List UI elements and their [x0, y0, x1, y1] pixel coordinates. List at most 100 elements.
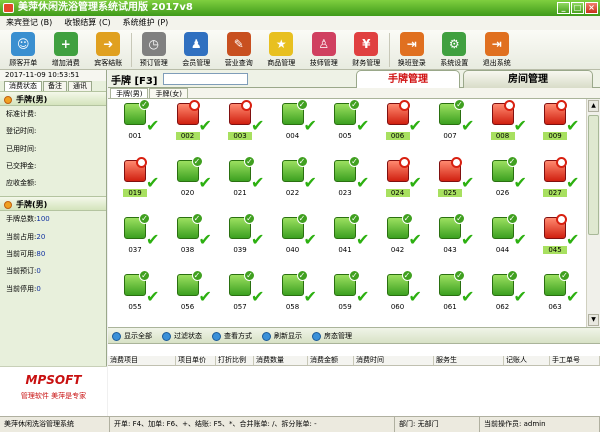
room-tile[interactable]: ✔ 025 — [425, 157, 477, 216]
room-tile[interactable]: ✔ ✓ 063 — [530, 270, 582, 327]
vertical-scrollbar[interactable]: ▲ ▼ — [586, 99, 600, 327]
room-tile[interactable]: ✔ ✓ 001 — [110, 99, 162, 159]
action-label: 显示全部 — [124, 332, 152, 340]
toolbar-button-1[interactable]: + 增加消费 — [45, 30, 88, 70]
check-mark-icon: ✔ — [513, 173, 527, 192]
menu-bar: 来宾登记 (B) 收银结算 (C) 系统维护 (P) — [0, 16, 600, 30]
action-button-4[interactable]: 房态管理 — [312, 328, 352, 343]
room-tile[interactable]: ✔ 019 — [110, 157, 162, 216]
scroll-thumb[interactable] — [588, 115, 599, 235]
action-button-1[interactable]: 过滤状态 — [162, 328, 202, 343]
room-tile[interactable]: ✔ ✓ 042 — [373, 213, 425, 273]
info-row: 应收金额: — [0, 175, 106, 192]
toolbar-button-5[interactable]: ✎ 营业查询 — [218, 30, 261, 70]
room-tile[interactable]: ✔ ✓ 007 — [425, 99, 477, 159]
room-tile[interactable]: ✔ ✓ 005 — [320, 99, 372, 159]
section-title: 手牌(男) — [16, 95, 48, 104]
room-tile[interactable]: ✔ ✓ 058 — [268, 270, 320, 327]
room-number: 060 — [390, 303, 405, 311]
tab-room-management[interactable]: 房间管理 — [463, 70, 593, 88]
info-row: 已交押金: — [0, 158, 106, 175]
search-input[interactable] — [163, 73, 248, 85]
room-tile[interactable]: ✔ ✓ 043 — [425, 213, 477, 273]
column-header[interactable]: 消费数量 — [254, 356, 308, 365]
room-tile[interactable]: ✔ ✓ 059 — [320, 270, 372, 327]
subtab-female[interactable]: 手牌(女) — [149, 88, 188, 98]
close-button[interactable]: × — [585, 2, 598, 14]
room-tile[interactable]: ✔ 024 — [373, 157, 425, 216]
room-tile[interactable]: ✔ ✓ 020 — [163, 156, 215, 216]
room-tile[interactable]: ✔ ✓ 062 — [478, 270, 530, 327]
menu-checkout[interactable]: 收银结算 (C) — [64, 16, 110, 30]
room-tile[interactable]: ✔ ✓ 021 — [215, 156, 267, 216]
brand-area: MPSOFT 管理软件 美萍是专家 — [0, 366, 107, 416]
column-header[interactable]: 记账人 — [504, 356, 550, 365]
action-button-2[interactable]: 查看方式 — [212, 328, 252, 343]
action-button-3[interactable]: 刷新显示 — [262, 328, 302, 343]
room-tile[interactable]: ✔ ✓ 061 — [425, 270, 477, 327]
room-tile[interactable]: ✔ 003 — [215, 100, 267, 159]
room-tile[interactable]: ✔ ✓ 023 — [320, 156, 372, 216]
toolbar-button-8[interactable]: ¥ 财务管理 — [345, 30, 388, 70]
toolbar-button-7[interactable]: ♙ 技师管理 — [303, 30, 346, 70]
toolbar-button-10[interactable]: ⚙ 系统设置 — [433, 30, 476, 70]
room-tile[interactable]: ✔ ✓ 040 — [268, 213, 320, 273]
room-tile[interactable]: ✔ ✓ 055 — [110, 270, 162, 327]
occupied-clock-icon — [188, 100, 200, 111]
action-button-0[interactable]: 显示全部 — [112, 328, 152, 343]
tab-wristband-management[interactable]: 手牌管理 — [356, 70, 460, 88]
toolbar-button-3[interactable]: ◷ 预订管理 — [133, 30, 176, 70]
menu-guest-register[interactable]: 来宾登记 (B) — [6, 16, 52, 30]
column-header[interactable]: 服务生 — [434, 356, 504, 365]
column-header[interactable]: 消费项目 — [108, 356, 176, 365]
check-mark-icon: ✔ — [461, 173, 475, 192]
room-tile[interactable]: ✔ ✓ 037 — [110, 213, 162, 273]
column-header[interactable]: 消费时间 — [354, 356, 434, 365]
room-tile[interactable]: ✔ ✓ 060 — [373, 270, 425, 327]
available-check-icon: ✓ — [401, 213, 413, 224]
tab-consumption-status[interactable]: 消费状态 — [4, 81, 42, 91]
check-mark-icon: ✔ — [251, 173, 265, 192]
column-header[interactable]: 打折比例 — [216, 356, 254, 365]
tab-notes[interactable]: 备注 — [43, 81, 67, 91]
room-tile[interactable]: ✔ ✓ 044 — [478, 213, 530, 273]
room-tile[interactable]: ✔ ✓ 056 — [163, 270, 215, 327]
toolbar-button-9[interactable]: ⇥ 换班登录 — [391, 30, 434, 70]
room-tile[interactable]: ✔ 002 — [163, 100, 215, 159]
room-tile[interactable]: ✔ 006 — [373, 100, 425, 159]
room-tile[interactable]: ✔ ✓ 038 — [163, 213, 215, 273]
room-tile[interactable]: ✔ 008 — [478, 100, 530, 159]
toolbar-button-2[interactable]: ➜ 宾客结账 — [87, 30, 130, 70]
room-tile[interactable]: ✔ ✓ 057 — [215, 270, 267, 327]
room-tile[interactable]: ✔ ✓ 039 — [215, 213, 267, 273]
menu-system-maintenance[interactable]: 系统维护 (P) — [123, 16, 169, 30]
column-header[interactable]: 项目单价 — [176, 356, 216, 365]
room-tile[interactable]: ✔ ✓ 004 — [268, 99, 320, 159]
available-check-icon: ✓ — [349, 270, 360, 281]
status-department: 部门: 无部门 — [395, 417, 480, 432]
maximize-button[interactable]: □ — [571, 2, 584, 14]
toolbar-button-0[interactable]: ☺ 顾客开单 — [2, 30, 45, 70]
subtab-male[interactable]: 手牌(男) — [110, 88, 149, 98]
toolbar-button-4[interactable]: ♟ 会员管理 — [175, 30, 218, 70]
minimize-button[interactable]: _ — [557, 2, 570, 14]
room-tile[interactable]: ✔ ✓ 022 — [268, 156, 320, 216]
scroll-down-arrow-icon[interactable]: ▼ — [588, 314, 599, 326]
check-mark-icon: ✔ — [513, 287, 527, 306]
room-tile[interactable]: ✔ 027 — [530, 157, 582, 216]
room-number: 061 — [443, 303, 457, 311]
toolbar-button-11[interactable]: ⇥ 退出系统 — [476, 30, 519, 70]
tab-contact[interactable]: 通讯 — [68, 81, 92, 91]
section-header-billing[interactable]: 手牌(男) — [0, 91, 106, 106]
room-tile[interactable]: ✔ ✓ 041 — [320, 213, 372, 273]
check-mark-icon: ✔ — [198, 230, 212, 249]
toolbar-button-6[interactable]: ★ 商品管理 — [260, 30, 303, 70]
room-tile[interactable]: ✔ 045 — [530, 214, 582, 273]
scroll-up-arrow-icon[interactable]: ▲ — [588, 100, 599, 112]
column-header[interactable]: 手工单号 — [550, 356, 600, 365]
room-tile[interactable]: ✔ ✓ 026 — [478, 156, 530, 216]
consumption-table-body[interactable] — [108, 366, 600, 416]
section-header-stats[interactable]: 手牌(男) — [0, 196, 106, 212]
room-tile[interactable]: ✔ 009 — [530, 100, 582, 159]
column-header[interactable]: 消费金额 — [308, 356, 354, 365]
